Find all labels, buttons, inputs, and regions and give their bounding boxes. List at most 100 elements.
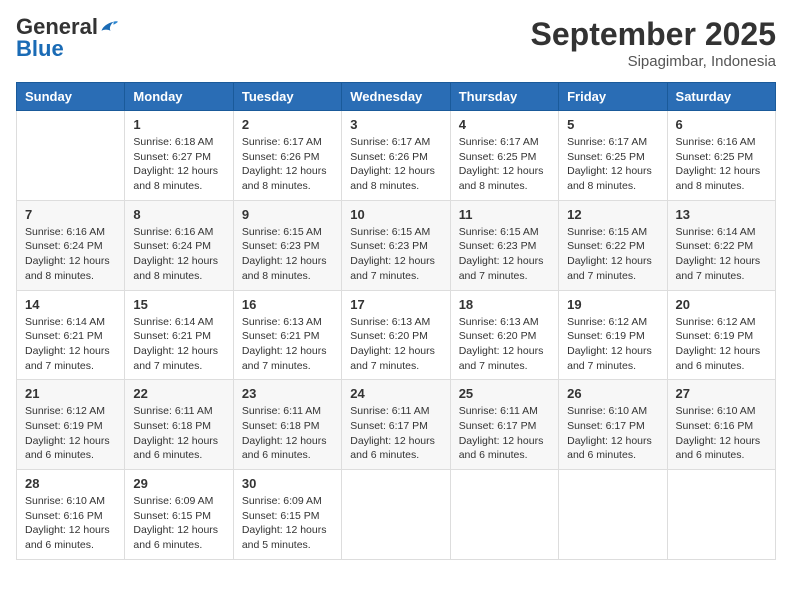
title-section: September 2025 Sipagimbar, Indonesia	[531, 16, 776, 70]
day-info: Sunrise: 6:10 AM Sunset: 6:17 PM Dayligh…	[567, 404, 658, 463]
calendar-cell: 25 Sunrise: 6:11 AM Sunset: 6:17 PM Dayli…	[450, 380, 558, 470]
calendar-cell: 24Sunrise: 6:11 AM Sunset: 6:17 PM Dayli…	[342, 380, 450, 470]
day-number: 27	[676, 386, 767, 401]
calendar-cell: 18Sunrise: 6:13 AM Sunset: 6:20 PM Dayli…	[450, 290, 558, 380]
calendar-cell: 6 Sunrise: 6:16 AM Sunset: 6:25 PM Daylig…	[667, 111, 775, 201]
weekday-header-thursday: Thursday	[450, 83, 558, 111]
day-number: 5	[567, 117, 658, 132]
day-number: 11	[459, 207, 550, 222]
day-number: 29	[133, 476, 224, 491]
day-number: 8	[133, 207, 224, 222]
day-number: 14	[25, 297, 116, 312]
day-number: 4	[459, 117, 550, 132]
day-info: Sunrise: 6:10 AM Sunset: 6:16 PM Dayligh…	[25, 494, 116, 553]
day-info: Sunrise: 6:15 AM Sunset: 6:23 PM Dayligh…	[350, 225, 441, 284]
calendar-cell: 8 Sunrise: 6:16 AM Sunset: 6:24 PM Daylig…	[125, 200, 233, 290]
day-info: Sunrise: 6:15 AM Sunset: 6:23 PM Dayligh…	[242, 225, 333, 284]
calendar-cell: 26Sunrise: 6:10 AM Sunset: 6:17 PM Dayli…	[559, 380, 667, 470]
calendar-cell: 19 Sunrise: 6:12 AM Sunset: 6:19 PM Dayli…	[559, 290, 667, 380]
day-info: Sunrise: 6:13 AM Sunset: 6:20 PM Dayligh…	[350, 315, 441, 374]
day-number: 9	[242, 207, 333, 222]
calendar-cell: 28 Sunrise: 6:10 AM Sunset: 6:16 PM Dayli…	[17, 470, 125, 560]
day-number: 28	[25, 476, 116, 491]
day-number: 15	[133, 297, 224, 312]
calendar-week-row: 21Sunrise: 6:12 AM Sunset: 6:19 PM Dayli…	[17, 380, 776, 470]
day-info: Sunrise: 6:11 AM Sunset: 6:18 PM Dayligh…	[242, 404, 333, 463]
day-number: 25	[459, 386, 550, 401]
day-number: 16	[242, 297, 333, 312]
calendar-cell: 15 Sunrise: 6:14 AM Sunset: 6:21 PM Dayli…	[125, 290, 233, 380]
day-info: Sunrise: 6:14 AM Sunset: 6:22 PM Dayligh…	[676, 225, 767, 284]
calendar-cell: 2 Sunrise: 6:17 AM Sunset: 6:26 PM Daylig…	[233, 111, 341, 201]
day-info: Sunrise: 6:16 AM Sunset: 6:24 PM Dayligh…	[133, 225, 224, 284]
day-number: 1	[133, 117, 224, 132]
calendar-cell	[450, 470, 558, 560]
day-number: 30	[242, 476, 333, 491]
calendar-cell: 1 Sunrise: 6:18 AM Sunset: 6:27 PM Daylig…	[125, 111, 233, 201]
weekday-header-sunday: Sunday	[17, 83, 125, 111]
calendar-cell	[559, 470, 667, 560]
logo: General Blue	[16, 16, 118, 60]
day-info: Sunrise: 6:11 AM Sunset: 6:18 PM Dayligh…	[133, 404, 224, 463]
calendar-cell: 13 Sunrise: 6:14 AM Sunset: 6:22 PM Dayli…	[667, 200, 775, 290]
day-info: Sunrise: 6:14 AM Sunset: 6:21 PM Dayligh…	[25, 315, 116, 374]
day-info: Sunrise: 6:09 AM Sunset: 6:15 PM Dayligh…	[242, 494, 333, 553]
calendar-cell: 27 Sunrise: 6:10 AM Sunset: 6:16 PM Dayli…	[667, 380, 775, 470]
calendar-cell: 21Sunrise: 6:12 AM Sunset: 6:19 PM Dayli…	[17, 380, 125, 470]
day-number: 6	[676, 117, 767, 132]
logo-blue: Blue	[16, 36, 64, 61]
calendar-cell	[342, 470, 450, 560]
day-number: 2	[242, 117, 333, 132]
weekday-header-monday: Monday	[125, 83, 233, 111]
day-info: Sunrise: 6:12 AM Sunset: 6:19 PM Dayligh…	[676, 315, 767, 374]
calendar-cell: 22 Sunrise: 6:11 AM Sunset: 6:18 PM Dayli…	[125, 380, 233, 470]
page-header: General Blue September 2025 Sipagimbar, …	[16, 16, 776, 70]
day-info: Sunrise: 6:17 AM Sunset: 6:25 PM Dayligh…	[567, 135, 658, 194]
day-number: 13	[676, 207, 767, 222]
day-number: 24	[350, 386, 441, 401]
day-info: Sunrise: 6:10 AM Sunset: 6:16 PM Dayligh…	[676, 404, 767, 463]
day-info: Sunrise: 6:11 AM Sunset: 6:17 PM Dayligh…	[459, 404, 550, 463]
calendar-cell: 9 Sunrise: 6:15 AM Sunset: 6:23 PM Daylig…	[233, 200, 341, 290]
day-info: Sunrise: 6:14 AM Sunset: 6:21 PM Dayligh…	[133, 315, 224, 374]
day-number: 7	[25, 207, 116, 222]
calendar-cell: 10 Sunrise: 6:15 AM Sunset: 6:23 PM Dayli…	[342, 200, 450, 290]
day-number: 10	[350, 207, 441, 222]
calendar-week-row: 1 Sunrise: 6:18 AM Sunset: 6:27 PM Daylig…	[17, 111, 776, 201]
calendar-cell	[667, 470, 775, 560]
day-info: Sunrise: 6:17 AM Sunset: 6:26 PM Dayligh…	[350, 135, 441, 194]
location: Sipagimbar, Indonesia	[531, 53, 776, 70]
calendar-cell: 3 Sunrise: 6:17 AM Sunset: 6:26 PM Daylig…	[342, 111, 450, 201]
calendar-cell: 30 Sunrise: 6:09 AM Sunset: 6:15 PM Dayli…	[233, 470, 341, 560]
weekday-header-friday: Friday	[559, 83, 667, 111]
logo-bird-icon	[100, 20, 118, 34]
calendar-cell: 17 Sunrise: 6:13 AM Sunset: 6:20 PM Dayli…	[342, 290, 450, 380]
calendar-cell: 14 Sunrise: 6:14 AM Sunset: 6:21 PM Dayli…	[17, 290, 125, 380]
weekday-header-wednesday: Wednesday	[342, 83, 450, 111]
calendar-cell: 11 Sunrise: 6:15 AM Sunset: 6:23 PM Dayli…	[450, 200, 558, 290]
day-info: Sunrise: 6:16 AM Sunset: 6:25 PM Dayligh…	[676, 135, 767, 194]
day-info: Sunrise: 6:09 AM Sunset: 6:15 PM Dayligh…	[133, 494, 224, 553]
day-info: Sunrise: 6:17 AM Sunset: 6:25 PM Dayligh…	[459, 135, 550, 194]
calendar-cell: 23Sunrise: 6:11 AM Sunset: 6:18 PM Dayli…	[233, 380, 341, 470]
day-info: Sunrise: 6:12 AM Sunset: 6:19 PM Dayligh…	[567, 315, 658, 374]
calendar-cell: 16 Sunrise: 6:13 AM Sunset: 6:21 PM Dayli…	[233, 290, 341, 380]
month-title: September 2025	[531, 16, 776, 53]
day-number: 17	[350, 297, 441, 312]
day-info: Sunrise: 6:17 AM Sunset: 6:26 PM Dayligh…	[242, 135, 333, 194]
day-info: Sunrise: 6:15 AM Sunset: 6:23 PM Dayligh…	[459, 225, 550, 284]
day-number: 21	[25, 386, 116, 401]
day-number: 19	[567, 297, 658, 312]
day-number: 22	[133, 386, 224, 401]
calendar-cell	[17, 111, 125, 201]
calendar-cell: 12Sunrise: 6:15 AM Sunset: 6:22 PM Dayli…	[559, 200, 667, 290]
day-number: 12	[567, 207, 658, 222]
calendar-cell: 20 Sunrise: 6:12 AM Sunset: 6:19 PM Dayli…	[667, 290, 775, 380]
day-info: Sunrise: 6:13 AM Sunset: 6:21 PM Dayligh…	[242, 315, 333, 374]
day-number: 3	[350, 117, 441, 132]
day-info: Sunrise: 6:18 AM Sunset: 6:27 PM Dayligh…	[133, 135, 224, 194]
day-number: 20	[676, 297, 767, 312]
day-number: 18	[459, 297, 550, 312]
calendar-week-row: 7 Sunrise: 6:16 AM Sunset: 6:24 PM Daylig…	[17, 200, 776, 290]
calendar-table: SundayMondayTuesdayWednesdayThursdayFrid…	[16, 82, 776, 560]
